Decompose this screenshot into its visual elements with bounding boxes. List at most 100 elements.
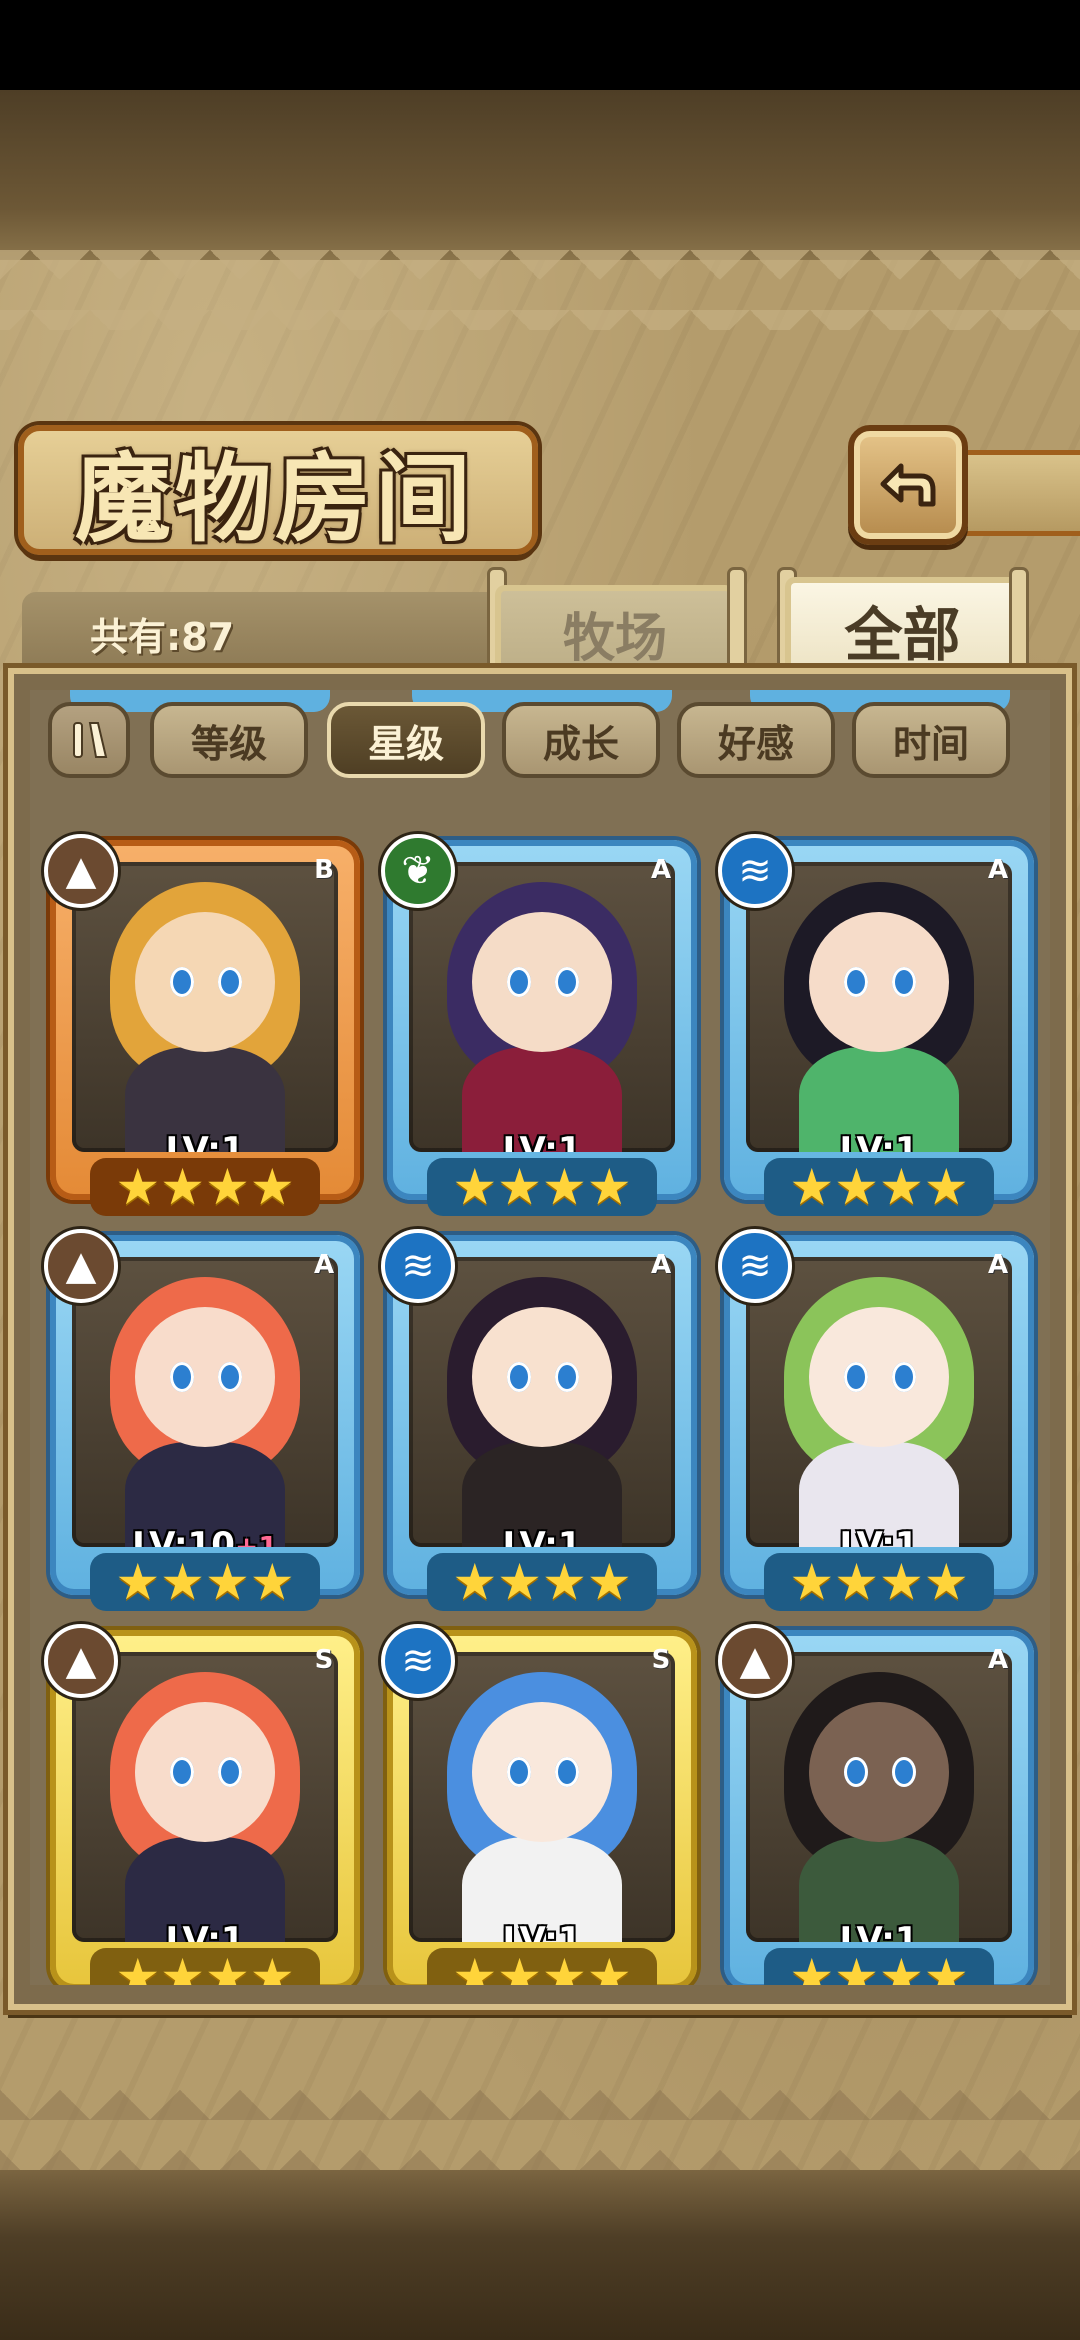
monster-grid[interactable]: LV:1 B ▲ ★★★★ LV:1 A ❦ ★★★★ LV:1 A ≋ ★★★★ LV:10+1 A ▲ ★… bbox=[30, 690, 1050, 1985]
monster-card[interactable]: LV:1 A ❦ ★★★★ bbox=[381, 834, 697, 1216]
eye bbox=[218, 1757, 242, 1787]
face bbox=[135, 1702, 275, 1842]
status-bar bbox=[0, 0, 1080, 90]
monster-level: LV:1 bbox=[409, 1130, 675, 1152]
bottom-border-decoration bbox=[0, 2060, 1080, 2170]
face bbox=[809, 1702, 949, 1842]
monster-portrait: LV:1 bbox=[746, 1652, 1012, 1942]
water-element-icon: ≋ bbox=[718, 834, 792, 908]
eye bbox=[844, 1362, 868, 1392]
monster-portrait: LV:1 bbox=[409, 862, 675, 1152]
face bbox=[809, 912, 949, 1052]
star-rating: ★★★★ bbox=[90, 1553, 320, 1611]
rank-letter: A bbox=[650, 855, 672, 885]
rank-letter: A bbox=[987, 855, 1009, 885]
tab-post bbox=[730, 570, 744, 675]
eye bbox=[218, 967, 242, 997]
eye bbox=[170, 1362, 194, 1392]
monster-level: LV:1 bbox=[746, 1525, 1012, 1547]
rank-letter: A bbox=[313, 1250, 335, 1280]
face bbox=[472, 912, 612, 1052]
earth-element-icon: ▲ bbox=[44, 1624, 118, 1698]
monster-card[interactable]: LV:1 A ≋ ★★★★ bbox=[718, 834, 1034, 1216]
eye bbox=[555, 1362, 579, 1392]
monster-level: LV:1 bbox=[746, 1920, 1012, 1942]
level-text: LV:1 bbox=[502, 1525, 582, 1547]
sort-button-affection[interactable]: 好感 bbox=[677, 702, 835, 778]
face bbox=[135, 1307, 275, 1447]
eye bbox=[170, 1757, 194, 1787]
monster-card[interactable]: LV:1 A ▲ ★★★★ bbox=[718, 1624, 1034, 1985]
rank-letter: S bbox=[651, 1645, 671, 1675]
water-element-icon: ≋ bbox=[718, 1229, 792, 1303]
eye bbox=[507, 1362, 531, 1392]
level-text: LV:1 bbox=[165, 1920, 245, 1942]
earth-element-icon: ▲ bbox=[44, 834, 118, 908]
eye bbox=[507, 967, 531, 997]
level-text: LV:1 bbox=[502, 1920, 582, 1942]
monster-portrait: LV:1 bbox=[409, 1652, 675, 1942]
level-text: LV:1 bbox=[165, 1130, 245, 1152]
eye bbox=[218, 1362, 242, 1392]
sort-button-time[interactable]: 时间 bbox=[852, 702, 1010, 778]
back-button[interactable] bbox=[848, 425, 968, 545]
monster-level: LV:10+1 bbox=[72, 1525, 338, 1547]
rank-letter: B bbox=[314, 855, 334, 885]
monster-level: LV:1 bbox=[409, 1525, 675, 1547]
monster-card[interactable]: LV:10+1 A ▲ ★★★★ bbox=[44, 1229, 360, 1611]
monster-card[interactable]: LV:1 A ≋ ★★★★ bbox=[381, 1229, 697, 1611]
sort-button-level[interactable]: 等级 bbox=[150, 702, 308, 778]
monster-portrait: LV:1 bbox=[72, 862, 338, 1152]
monster-level: LV:1 bbox=[409, 1920, 675, 1942]
sort-order-toggle[interactable] bbox=[48, 702, 130, 778]
leaf-element-icon: ❦ bbox=[381, 834, 455, 908]
monster-portrait: LV:1 bbox=[746, 1257, 1012, 1547]
page-title: 魔物房间 bbox=[75, 441, 475, 555]
earth-element-icon: ▲ bbox=[718, 1624, 792, 1698]
monster-portrait: LV:1 bbox=[409, 1257, 675, 1547]
eye bbox=[555, 1757, 579, 1787]
rank-letter: A bbox=[987, 1250, 1009, 1280]
monster-count: 共有:87 bbox=[90, 614, 235, 659]
star-rating: ★★★★ bbox=[90, 1948, 320, 1985]
star-rating: ★★★★ bbox=[764, 1158, 994, 1216]
star-rating: ★★★★ bbox=[90, 1158, 320, 1216]
rank-letter: A bbox=[987, 1645, 1009, 1675]
water-element-icon: ≋ bbox=[381, 1624, 455, 1698]
top-border-decoration bbox=[0, 250, 1080, 330]
level-text: LV:1 bbox=[839, 1525, 919, 1547]
star-rating: ★★★★ bbox=[764, 1553, 994, 1611]
face bbox=[472, 1702, 612, 1842]
star-rating: ★★★★ bbox=[764, 1948, 994, 1985]
tab-ranch[interactable]: 牧场 bbox=[495, 585, 735, 675]
eye bbox=[892, 1362, 916, 1392]
monster-card[interactable]: LV:1 B ▲ ★★★★ bbox=[44, 834, 360, 1216]
monster-portrait: LV:10+1 bbox=[72, 1257, 338, 1547]
rank-letter: S bbox=[314, 1645, 334, 1675]
level-bonus: +1 bbox=[234, 1530, 278, 1547]
eye bbox=[844, 1757, 868, 1787]
eye bbox=[555, 967, 579, 997]
monster-card[interactable]: LV:1 S ≋ ★★★★ bbox=[381, 1624, 697, 1985]
monster-card[interactable]: LV:1 S ▲ ★★★★ bbox=[44, 1624, 360, 1985]
sort-order-icon bbox=[73, 722, 108, 758]
eye bbox=[844, 967, 868, 997]
monster-level: LV:1 bbox=[746, 1130, 1012, 1152]
monster-level: LV:1 bbox=[72, 1920, 338, 1942]
level-text: LV:10 bbox=[132, 1525, 235, 1547]
eye bbox=[892, 967, 916, 997]
face bbox=[135, 912, 275, 1052]
water-element-icon: ≋ bbox=[381, 1229, 455, 1303]
tab-all[interactable]: 全部 bbox=[785, 577, 1020, 677]
level-text: LV:1 bbox=[502, 1130, 582, 1152]
bottom-band bbox=[0, 2170, 1080, 2340]
star-rating: ★★★★ bbox=[427, 1553, 657, 1611]
back-arrow-icon bbox=[880, 463, 936, 507]
level-text: LV:1 bbox=[839, 1130, 919, 1152]
sort-button-growth[interactable]: 成长 bbox=[502, 702, 660, 778]
sort-button-stars[interactable]: 星级 bbox=[327, 702, 485, 778]
monster-card[interactable]: LV:1 A ≋ ★★★★ bbox=[718, 1229, 1034, 1611]
level-text: LV:1 bbox=[839, 1920, 919, 1942]
tab-post bbox=[1012, 570, 1026, 675]
monster-portrait: LV:1 bbox=[72, 1652, 338, 1942]
